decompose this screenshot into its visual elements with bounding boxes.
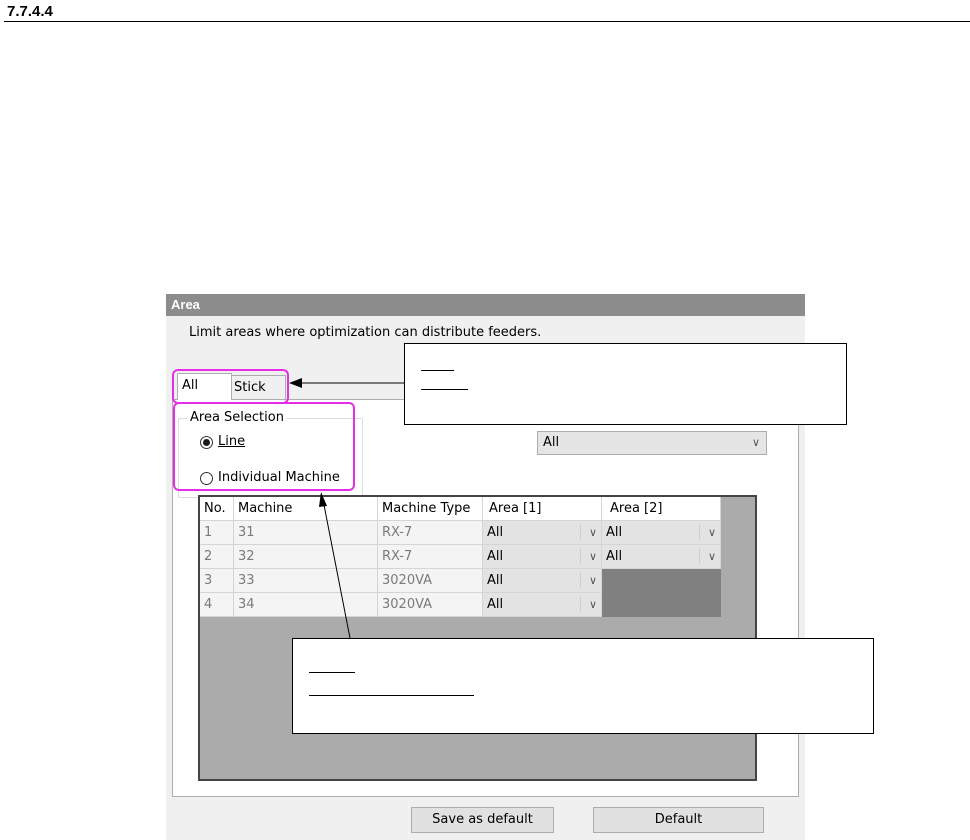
arrowhead-icon bbox=[319, 492, 327, 507]
annotation-arrows bbox=[289, 378, 404, 639]
arrowhead-icon bbox=[289, 378, 302, 388]
tab-all[interactable]: All bbox=[177, 373, 232, 400]
arrow-to-area-selection bbox=[323, 504, 351, 639]
